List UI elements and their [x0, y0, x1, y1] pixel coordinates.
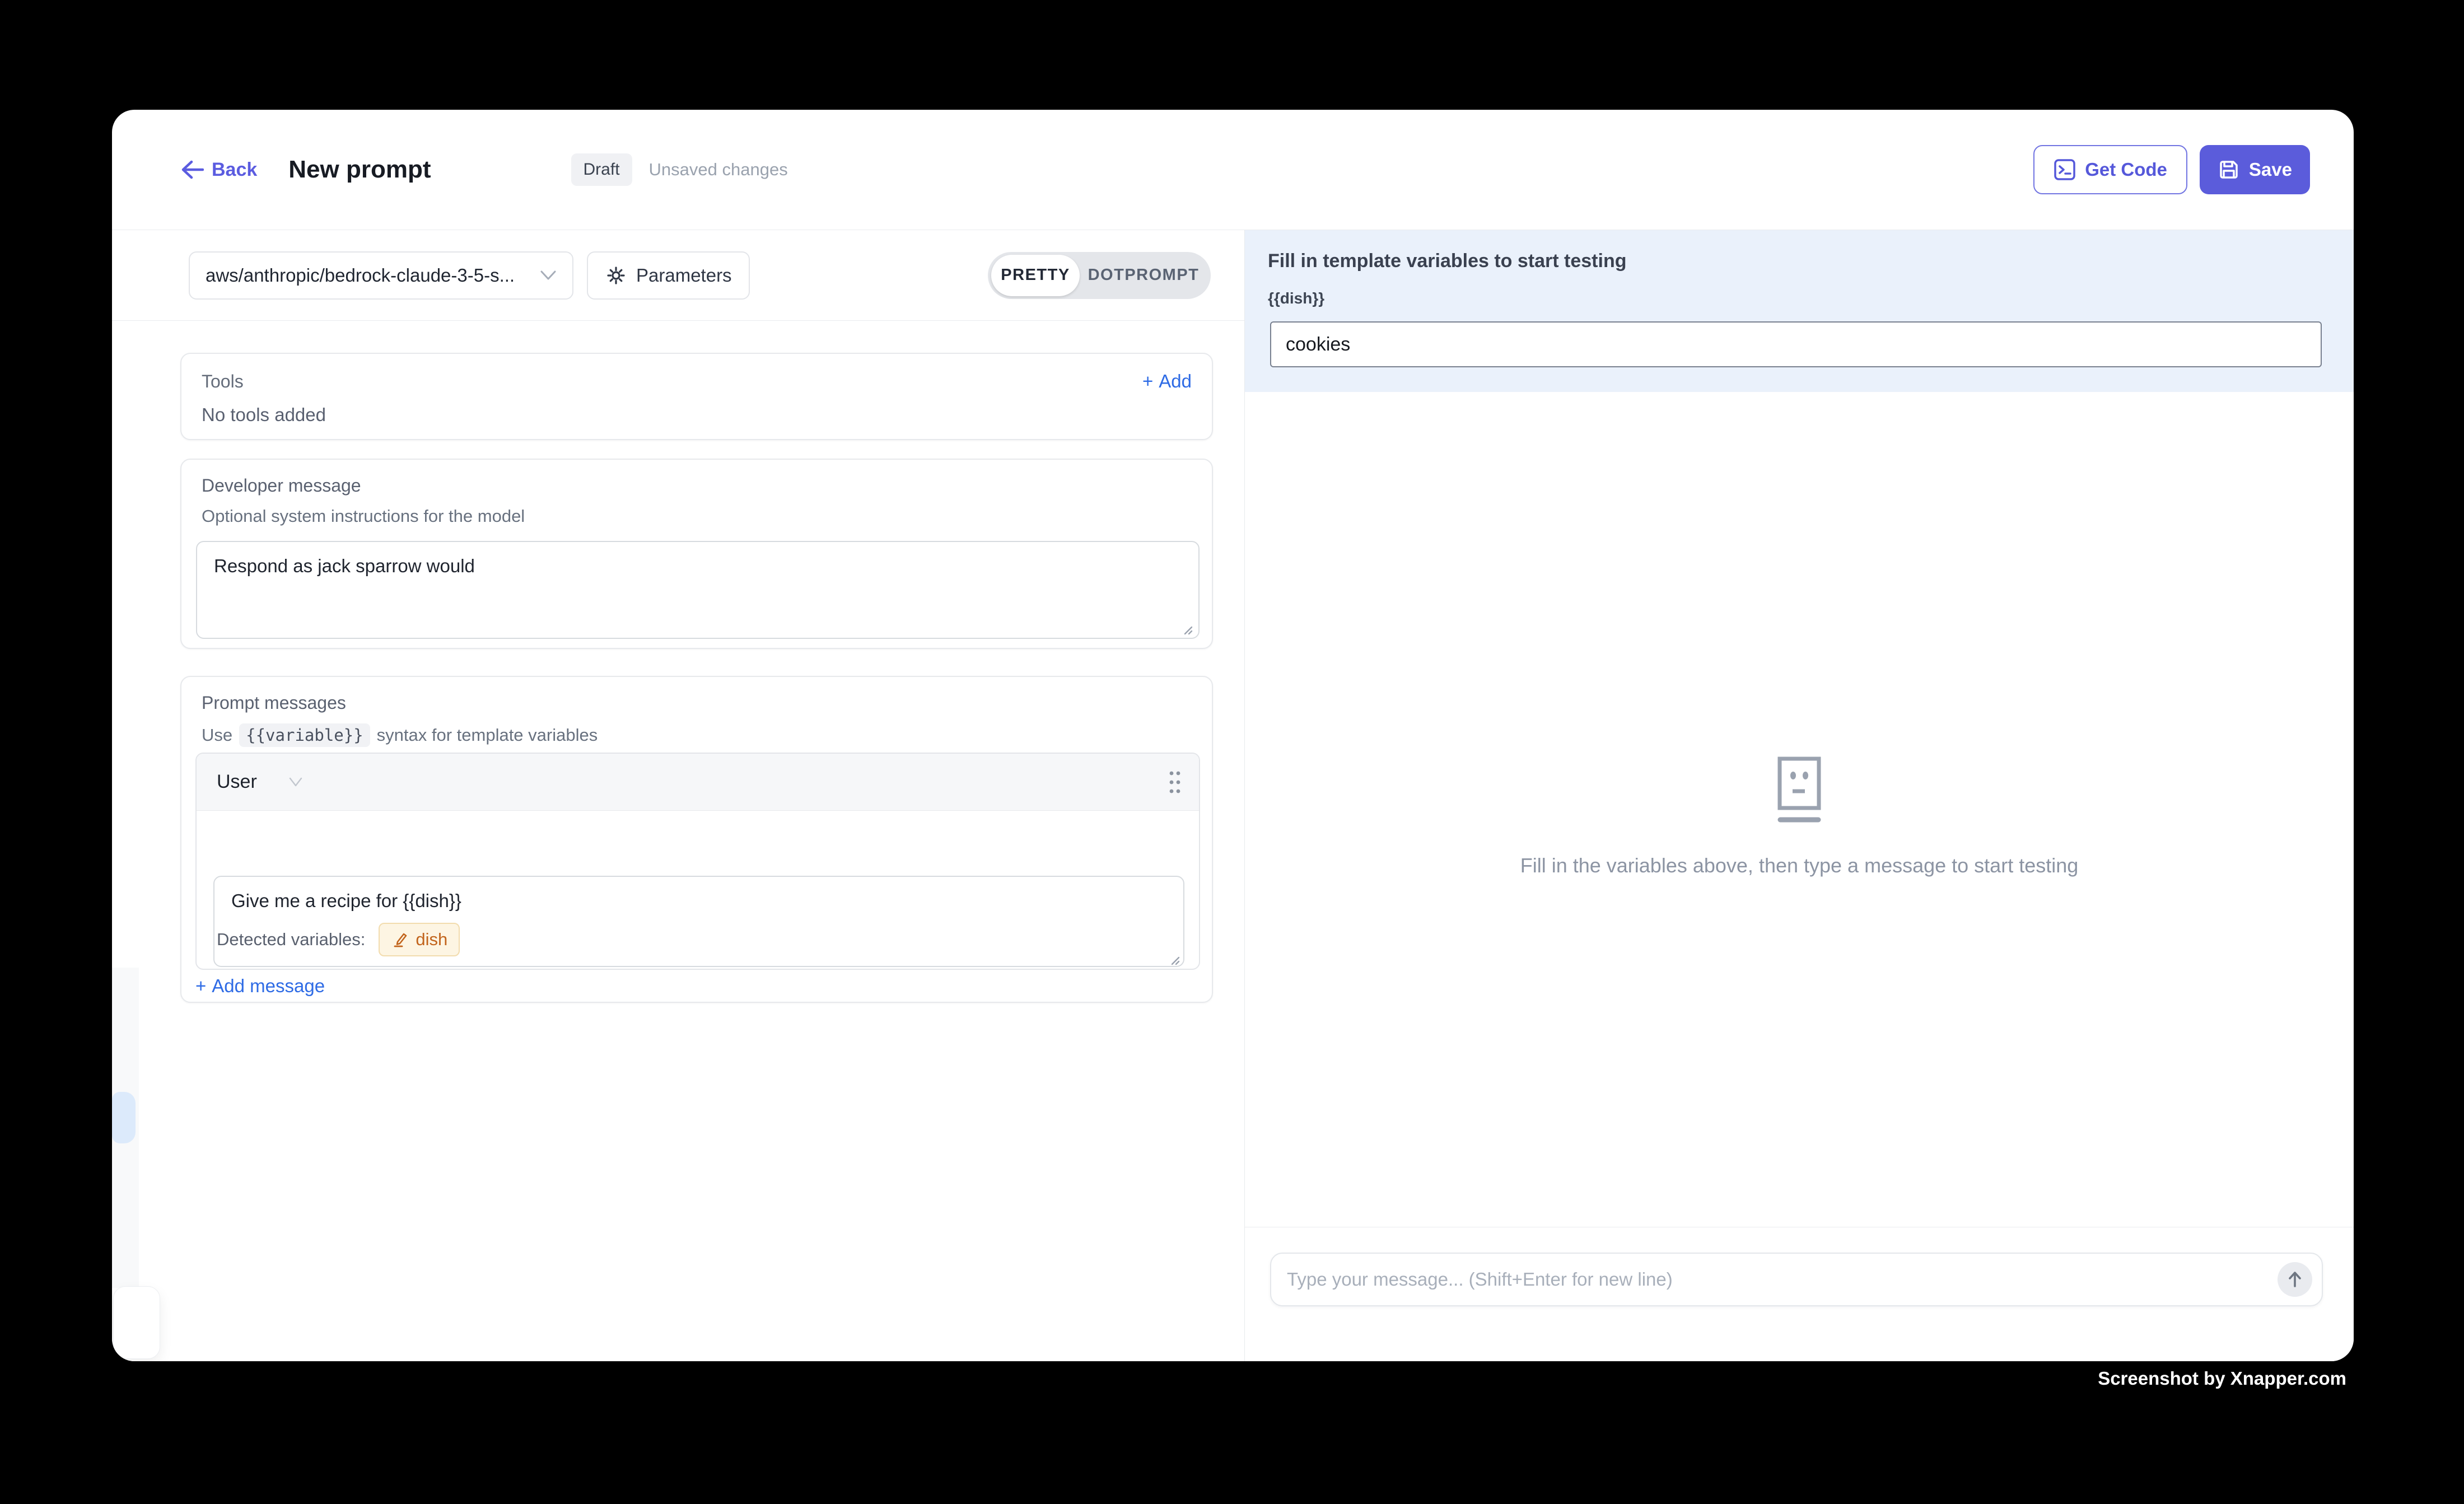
status-badge: Draft: [571, 153, 632, 186]
header-actions: Get Code Save: [2033, 145, 2310, 194]
view-toggle: PRETTY DOTPROMPT: [988, 252, 1211, 299]
variable-key-label: {{dish}}: [1268, 289, 1324, 307]
developer-message-section: Developer message Optional system instru…: [180, 459, 1213, 649]
message-role-value: User: [217, 771, 257, 793]
model-selector-value: aws/anthropic/bedrock-claude-3-5-s...: [206, 265, 530, 286]
plus-icon: +: [1142, 371, 1153, 392]
drag-handle-icon[interactable]: [1168, 769, 1182, 795]
resize-handle-icon[interactable]: [1180, 623, 1193, 635]
toggle-option-pretty[interactable]: PRETTY: [991, 255, 1080, 296]
page-title: New prompt: [288, 156, 431, 184]
watermark-text: Screenshot by Xnapper.com: [2098, 1368, 2346, 1389]
send-button[interactable]: [2278, 1262, 2312, 1297]
prompt-messages-title: Prompt messages: [202, 693, 1198, 713]
detected-variables-row: Detected variables: dish: [217, 923, 460, 956]
edge-popover-fragment: [113, 1286, 160, 1359]
chevron-down-icon: [540, 270, 557, 281]
tools-empty-text: No tools added: [202, 404, 1192, 426]
tools-section: Tools + Add No tools added: [180, 353, 1213, 440]
pencil-edit-icon: [391, 931, 409, 949]
template-syntax-hint: Use {{variable}} syntax for template var…: [202, 723, 1198, 747]
send-arrow-icon: [2285, 1270, 2304, 1289]
empty-state-text: Fill in the variables above, then type a…: [1245, 854, 2354, 877]
add-message-label: Add message: [212, 975, 325, 997]
add-message-button[interactable]: + Add message: [195, 975, 325, 997]
chat-message-input[interactable]: [1271, 1254, 2278, 1305]
terminal-icon: [2054, 158, 2076, 181]
plus-icon: +: [195, 975, 206, 997]
chat-input-container: [1270, 1253, 2323, 1306]
template-variables-section: Fill in template variables to start test…: [1245, 230, 2354, 392]
message-role-selector[interactable]: User: [217, 771, 303, 793]
robot-face-icon: [1770, 756, 1828, 825]
message-header: User: [197, 754, 1199, 811]
variable-syntax-chip: {{variable}}: [239, 723, 370, 747]
get-code-button[interactable]: Get Code: [2033, 145, 2187, 194]
test-panel: Fill in template variables to start test…: [1244, 230, 2354, 1361]
toggle-option-dotprompt[interactable]: DOTPROMPT: [1080, 266, 1207, 284]
test-panel-title: Fill in template variables to start test…: [1268, 250, 1627, 272]
detected-variables-label: Detected variables:: [217, 930, 365, 950]
add-tool-label: Add: [1159, 371, 1192, 392]
chat-footer: [1245, 1227, 2354, 1361]
add-tool-button[interactable]: + Add: [1142, 371, 1192, 392]
save-button[interactable]: Save: [2200, 145, 2310, 194]
screenshot-stage: Back New prompt Draft Unsaved changes Ge…: [0, 0, 2464, 1504]
hint-prefix: Use: [202, 725, 232, 745]
variable-badge-dish[interactable]: dish: [379, 923, 460, 956]
resize-handle-icon[interactable]: [1168, 953, 1180, 965]
variable-badge-label: dish: [416, 930, 447, 950]
gear-icon: [605, 264, 627, 287]
parameters-button[interactable]: Parameters: [587, 251, 750, 300]
back-label: Back: [212, 159, 257, 181]
parameters-label: Parameters: [636, 265, 732, 286]
model-selector[interactable]: aws/anthropic/bedrock-claude-3-5-s...: [189, 251, 573, 300]
variable-value-input[interactable]: [1270, 321, 2322, 367]
edge-sidebar-highlight: [112, 1092, 136, 1143]
editor-column: aws/anthropic/bedrock-claude-3-5-s...: [112, 230, 1244, 1361]
prompt-messages-section: Prompt messages Use {{variable}} syntax …: [180, 676, 1213, 1003]
back-arrow-icon: [180, 160, 204, 179]
hint-suffix: syntax for template variables: [377, 725, 598, 745]
back-button[interactable]: Back: [180, 159, 257, 181]
model-bar: aws/anthropic/bedrock-claude-3-5-s...: [112, 230, 1244, 321]
tools-title: Tools: [202, 371, 244, 392]
save-icon: [2218, 158, 2240, 181]
header: Back New prompt Draft Unsaved changes Ge…: [112, 110, 2354, 230]
developer-message-title: Developer message: [202, 475, 1198, 496]
developer-message-textarea[interactable]: Respond as jack sparrow would: [196, 541, 1200, 639]
get-code-label: Get Code: [2085, 159, 2167, 180]
developer-message-subtitle: Optional system instructions for the mod…: [202, 506, 1198, 526]
save-label: Save: [2249, 159, 2292, 180]
chevron-down-icon: [288, 777, 303, 787]
unsaved-changes-text: Unsaved changes: [649, 160, 788, 180]
chat-empty-state: Fill in the variables above, then type a…: [1245, 756, 2354, 877]
app-window: Back New prompt Draft Unsaved changes Ge…: [112, 110, 2354, 1361]
message-block: User: [195, 753, 1200, 970]
